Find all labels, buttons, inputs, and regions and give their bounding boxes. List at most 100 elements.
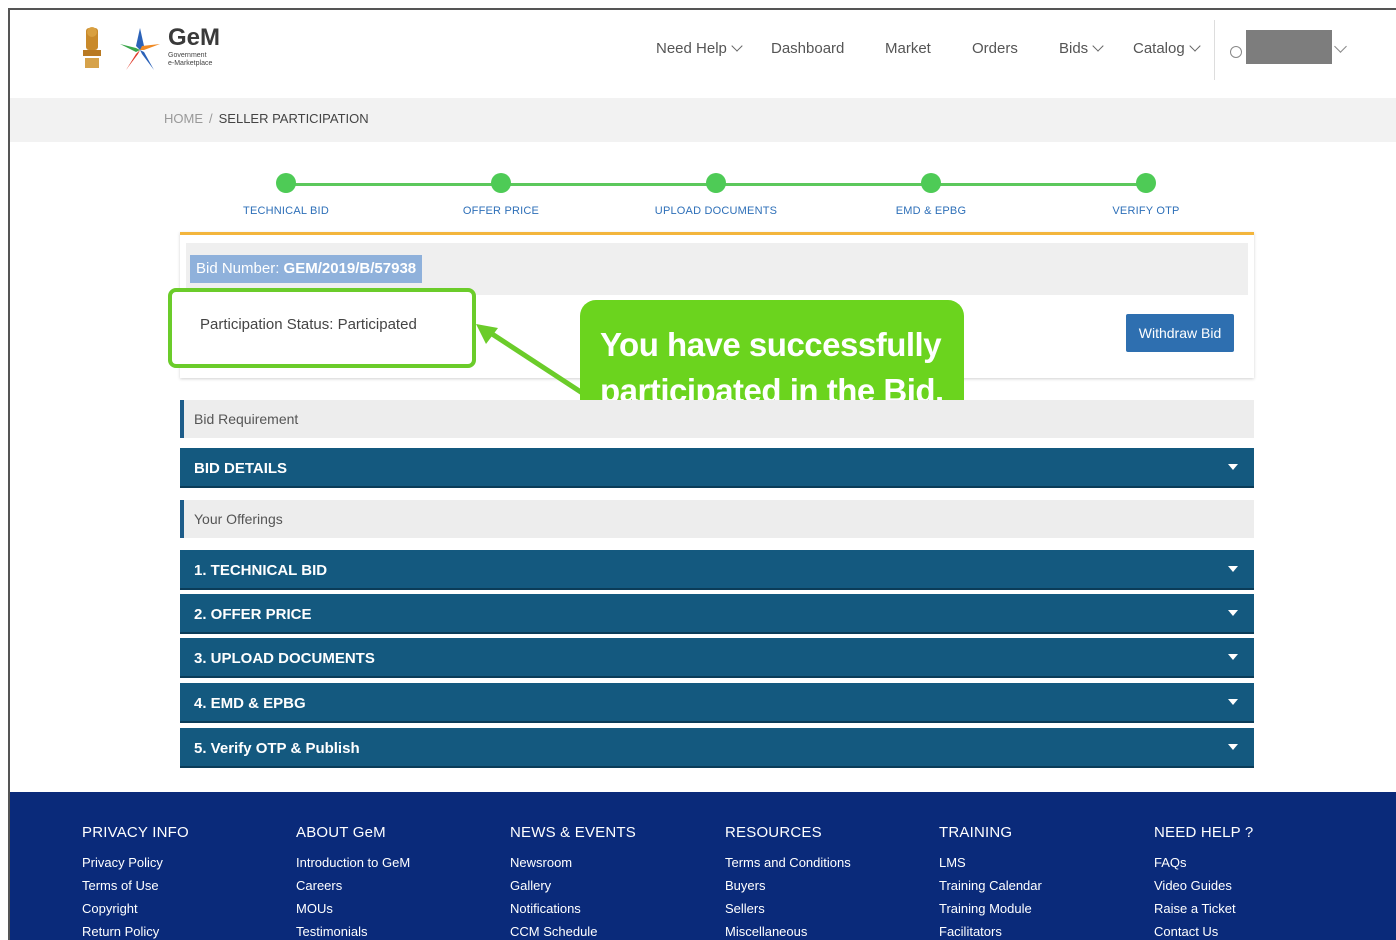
caret-down-icon [1228,654,1238,660]
footer-link[interactable]: Return Policy [82,920,292,940]
chevron-down-icon [731,40,743,52]
footer-link[interactable]: Raise a Ticket [1154,897,1364,920]
bid-number: Bid Number: GEM/2019/B/57938 [190,255,423,283]
accordion-label: 1. TECHNICAL BID [194,562,328,579]
footer-column-training: TRAINING LMS Training Calendar Training … [939,824,1149,940]
footer-heading: NEED HELP ? [1154,824,1254,841]
footer-link[interactable]: Terms of Use [82,874,292,897]
footer-link[interactable]: Introduction to GeM [296,851,506,874]
step-upload-documents[interactable]: UPLOAD DOCUMENTS [636,170,796,219]
participation-status: Participation Status: Participated [200,316,417,333]
verify-otp-accordion[interactable]: 5. Verify OTP & Publish [180,728,1254,768]
user-menu-redacted[interactable] [1246,30,1332,64]
chevron-down-icon [1189,40,1201,52]
footer-link[interactable]: Buyers [725,874,935,897]
upload-documents-accordion[interactable]: 3. UPLOAD DOCUMENTS [180,638,1254,678]
caret-down-icon [1228,464,1238,470]
bid-number-value: GEM/2019/B/57938 [283,260,417,277]
step-label: EMD & EPBG [895,205,967,217]
emd-epbg-accordion[interactable]: 4. EMD & EPBG [180,683,1254,723]
your-offerings-header: Your Offerings [180,500,1254,538]
footer-column-news: NEWS & EVENTS Newsroom Gallery Notificat… [510,824,720,940]
footer-link[interactable]: Gallery [510,874,720,897]
step-label: TECHNICAL BID [243,205,329,217]
accordion-label: 2. OFFER PRICE [194,606,312,623]
accordion-label: 4. EMD & EPBG [194,695,306,712]
site-header: GeM Government e-Marketplace Need Help D… [10,10,1396,98]
nav-catalog-label: Catalog [1133,40,1185,57]
nav-market[interactable]: Market [885,40,931,57]
nav-bids-label: Bids [1059,40,1089,57]
page-frame: GeM Government e-Marketplace Need Help D… [8,8,1396,940]
progress-stepper: TECHNICAL BID OFFER PRICE UPLOAD DOCUMEN… [180,170,1254,230]
breadcrumb-current: SELLER PARTICIPATION [218,111,369,126]
footer-link[interactable]: Training Calendar [939,874,1149,897]
main-nav: Need Help Dashboard Market Orders Bids C… [10,40,1396,60]
footer-link[interactable]: Newsroom [510,851,720,874]
footer-column-privacy: PRIVACY INFO Privacy Policy Terms of Use… [82,824,292,940]
footer-link[interactable]: LMS [939,851,1149,874]
footer-heading: PRIVACY INFO [82,824,189,841]
footer-link[interactable]: CCM Schedule [510,920,720,940]
breadcrumb-separator: / [209,111,213,126]
footer-link[interactable]: Miscellaneous [725,920,935,940]
step-label: UPLOAD DOCUMENTS [654,205,778,217]
step-complete-icon [921,173,941,193]
footer-heading: NEWS & EVENTS [510,824,636,841]
step-complete-icon [706,173,726,193]
footer-link[interactable]: Video Guides [1154,874,1364,897]
brand-sub-line2: e-Marketplace [168,60,213,67]
step-technical-bid[interactable]: TECHNICAL BID [206,170,366,219]
step-complete-icon [1136,173,1156,193]
footer-link[interactable]: Terms and Conditions [725,851,935,874]
accordion-label: 5. Verify OTP & Publish [194,740,360,757]
caret-down-icon [1228,610,1238,616]
step-verify-otp[interactable]: VERIFY OTP [1066,170,1226,219]
footer-column-help: NEED HELP ? FAQs Video Guides Raise a Ti… [1154,824,1364,940]
footer-column-about: ABOUT GeM Introduction to GeM Careers MO… [296,824,506,940]
chevron-down-icon [1092,40,1104,52]
footer-link[interactable]: Notifications [510,897,720,920]
step-label: OFFER PRICE [462,205,540,217]
footer-heading: ABOUT GeM [296,824,386,841]
nav-dashboard[interactable]: Dashboard [771,40,844,57]
footer-link[interactable]: Copyright [82,897,292,920]
footer-link[interactable]: Privacy Policy [82,851,292,874]
footer-heading: TRAINING [939,824,1013,841]
footer-column-resources: RESOURCES Terms and Conditions Buyers Se… [725,824,935,940]
offer-price-accordion[interactable]: 2. OFFER PRICE [180,594,1254,634]
bid-details-accordion[interactable]: BID DETAILS [180,448,1254,488]
step-emd-epbg[interactable]: EMD & EPBG [851,170,1011,219]
footer-link[interactable]: FAQs [1154,851,1364,874]
nav-need-help[interactable]: Need Help [656,40,743,57]
caret-down-icon [1228,699,1238,705]
nav-catalog[interactable]: Catalog [1133,40,1201,57]
withdraw-bid-button[interactable]: Withdraw Bid [1126,314,1234,352]
footer-link[interactable]: Careers [296,874,506,897]
caret-down-icon [1228,744,1238,750]
accordion-label: 3. UPLOAD DOCUMENTS [194,650,375,667]
callout-line1: You have successfully [600,326,942,363]
nav-orders[interactable]: Orders [972,40,1018,57]
bid-requirement-header: Bid Requirement [180,400,1254,438]
footer-link[interactable]: Facilitators [939,920,1149,940]
footer-link[interactable]: Contact Us [1154,920,1364,940]
footer-link[interactable]: MOUs [296,897,506,920]
accordion-label: BID DETAILS [194,460,288,477]
footer-heading: RESOURCES [725,824,822,841]
nav-divider [1214,20,1215,80]
technical-bid-accordion[interactable]: 1. TECHNICAL BID [180,550,1254,590]
footer-link[interactable]: Sellers [725,897,935,920]
step-label: VERIFY OTP [1112,205,1180,217]
breadcrumb-home[interactable]: HOME [164,111,203,126]
caret-down-icon [1228,566,1238,572]
step-complete-icon [491,173,511,193]
step-offer-price[interactable]: OFFER PRICE [421,170,581,219]
footer-link[interactable]: Testimonials [296,920,506,940]
breadcrumb: HOME / SELLER PARTICIPATION [10,98,1396,142]
user-icon [1230,46,1242,58]
bid-number-label: Bid Number: [196,260,284,277]
footer-link[interactable]: Training Module [939,897,1149,920]
nav-need-help-label: Need Help [656,40,727,57]
nav-bids[interactable]: Bids [1059,40,1104,57]
